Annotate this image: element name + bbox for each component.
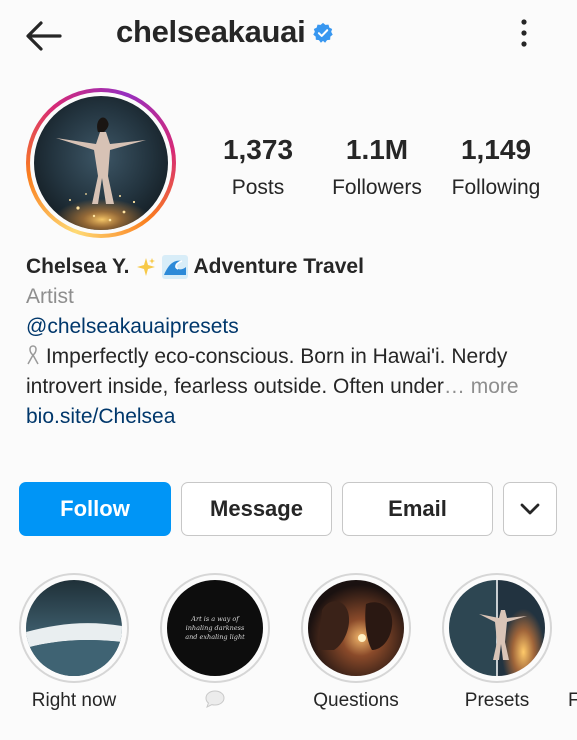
more-vertical-icon[interactable] bbox=[512, 16, 536, 50]
highlight-label: Presets bbox=[464, 690, 530, 711]
stat-posts[interactable]: 1,373 Posts bbox=[215, 133, 301, 203]
bio-external-link[interactable]: bio.site/Chelsea bbox=[26, 402, 556, 432]
highlight-thumbnail-text: Art is a way of inhaling darkness and ex… bbox=[185, 614, 245, 641]
message-button[interactable]: Message bbox=[181, 482, 332, 536]
profile-linked-handle[interactable]: @chelseakauaipresets bbox=[26, 312, 556, 342]
profile-display-name: Chelsea Y. Adventure Travel bbox=[26, 255, 364, 279]
verified-badge-icon bbox=[313, 22, 333, 43]
stat-following-label: Following bbox=[451, 176, 541, 199]
highlight-label bbox=[160, 689, 270, 714]
avatar bbox=[34, 96, 168, 230]
highlight-thumbnail bbox=[449, 580, 545, 676]
chevron-down-icon bbox=[520, 503, 540, 515]
stat-followers-label: Followers bbox=[332, 176, 422, 199]
speech-bubble-icon bbox=[205, 690, 225, 708]
highlight-thumbnail bbox=[308, 580, 404, 676]
stat-followers-count: 1.1M bbox=[345, 134, 409, 165]
highlight-label: Questions bbox=[313, 690, 399, 711]
wave-icon bbox=[161, 255, 188, 279]
highlight-label: Right now bbox=[31, 690, 117, 711]
bio-more-link[interactable]: … more bbox=[444, 375, 519, 398]
profile-category: Artist bbox=[26, 285, 74, 308]
stat-following[interactable]: 1,149 Following bbox=[444, 133, 548, 203]
highlight-quote[interactable]: Art is a way of inhaling darkness and ex… bbox=[160, 573, 270, 714]
highlight-thumbnail bbox=[26, 580, 122, 676]
sparkles-icon bbox=[136, 258, 155, 276]
follow-button[interactable]: Follow bbox=[19, 482, 171, 536]
highlight-right-now[interactable]: Right now bbox=[19, 573, 129, 713]
arrow-left-icon[interactable] bbox=[24, 18, 64, 54]
stat-posts-label: Posts bbox=[231, 176, 285, 199]
profile-username: chelseakauai bbox=[116, 14, 306, 49]
stat-followers[interactable]: 1.1M Followers bbox=[326, 133, 428, 203]
stat-posts-count: 1,373 bbox=[222, 134, 294, 165]
stat-following-count: 1,149 bbox=[460, 134, 532, 165]
profile-avatar-story-ring[interactable] bbox=[26, 88, 176, 238]
bio-text-line-1: Imperfectly eco-conscious. Born in Hawai… bbox=[26, 342, 556, 372]
suggested-accounts-button[interactable] bbox=[503, 482, 557, 536]
highlight-thumbnail: Art is a way of inhaling darkness and ex… bbox=[167, 580, 263, 676]
highlight-label-partial: F bbox=[568, 690, 577, 711]
top-bar: chelseakauai bbox=[0, 0, 577, 72]
ribbon-icon bbox=[27, 345, 39, 365]
highlight-presets[interactable]: Presets bbox=[442, 573, 552, 713]
highlight-questions[interactable]: Questions bbox=[301, 573, 411, 713]
profile-bio: Chelsea Y. Adventure Travel Artist @chel… bbox=[26, 252, 556, 432]
bio-text-line-2: introvert inside, fearless outside. Ofte… bbox=[26, 375, 519, 398]
email-button[interactable]: Email bbox=[342, 482, 493, 536]
